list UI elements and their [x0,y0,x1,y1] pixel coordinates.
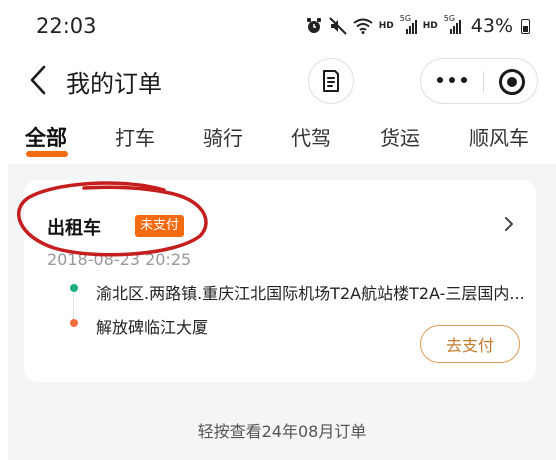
more-button[interactable] [437,77,467,83]
hd-label: HD [378,21,394,31]
view-more-orders-link[interactable]: 轻按查看24年08月订单 [8,418,556,442]
navigation-bar: 我的订单 [0,52,556,110]
status-time: 22:03 [36,14,97,38]
invoice-button[interactable] [308,58,354,104]
tab-freight[interactable]: 货运 [380,122,420,151]
active-tab-indicator [26,151,68,157]
network-label-2: 5G [443,14,456,23]
hd-label-2: HD [422,21,438,31]
mute-icon [329,17,347,35]
start-point-dot [70,284,78,292]
tab-all[interactable]: 全部 [25,122,67,152]
order-tabs: 全部 打车 骑行 代驾 货运 顺风车 [0,114,556,164]
mini-program-capsule [420,58,538,104]
start-address: 渝北区.两路镇.重庆江北国际机场T2A航站楼T2A-三层国内... [96,284,525,303]
signal-icon-1: 5G [400,14,417,34]
status-badge: 未支付 [135,215,185,237]
chevron-right-icon[interactable] [502,214,516,234]
back-button[interactable] [26,64,52,96]
end-point-dot [70,319,78,327]
route-line [73,294,74,322]
tab-cycling[interactable]: 骑行 [203,122,243,151]
close-program-button[interactable] [499,69,525,95]
battery-icon [521,18,530,34]
network-label: 5G [399,14,412,23]
order-list: 出租车 未支付 2018-08-23 20:25 渝北区.两路镇.重庆江北国际机… [8,164,556,460]
tab-taxi[interactable]: 打车 [115,122,155,151]
tab-designated-driver[interactable]: 代驾 [291,122,331,151]
status-icons: HD 5G HD 5G 43% [305,14,530,38]
page-title: 我的订单 [66,70,162,98]
tab-carpool[interactable]: 顺风车 [469,122,529,151]
end-address: 解放碑临江大厦 [96,318,209,337]
status-bar: 22:03 HD 5G HD 5G 43% [0,0,556,52]
pay-button[interactable]: 去支付 [420,325,520,363]
receipt-icon [323,70,339,92]
capsule-divider [483,71,484,93]
order-type: 出租车 [47,218,101,239]
signal-icon-2: 5G [444,14,461,34]
wifi-icon [353,18,373,34]
alarm-icon [305,17,323,35]
order-time: 2018-08-23 20:25 [47,250,192,269]
battery-percent: 43% [470,15,513,37]
